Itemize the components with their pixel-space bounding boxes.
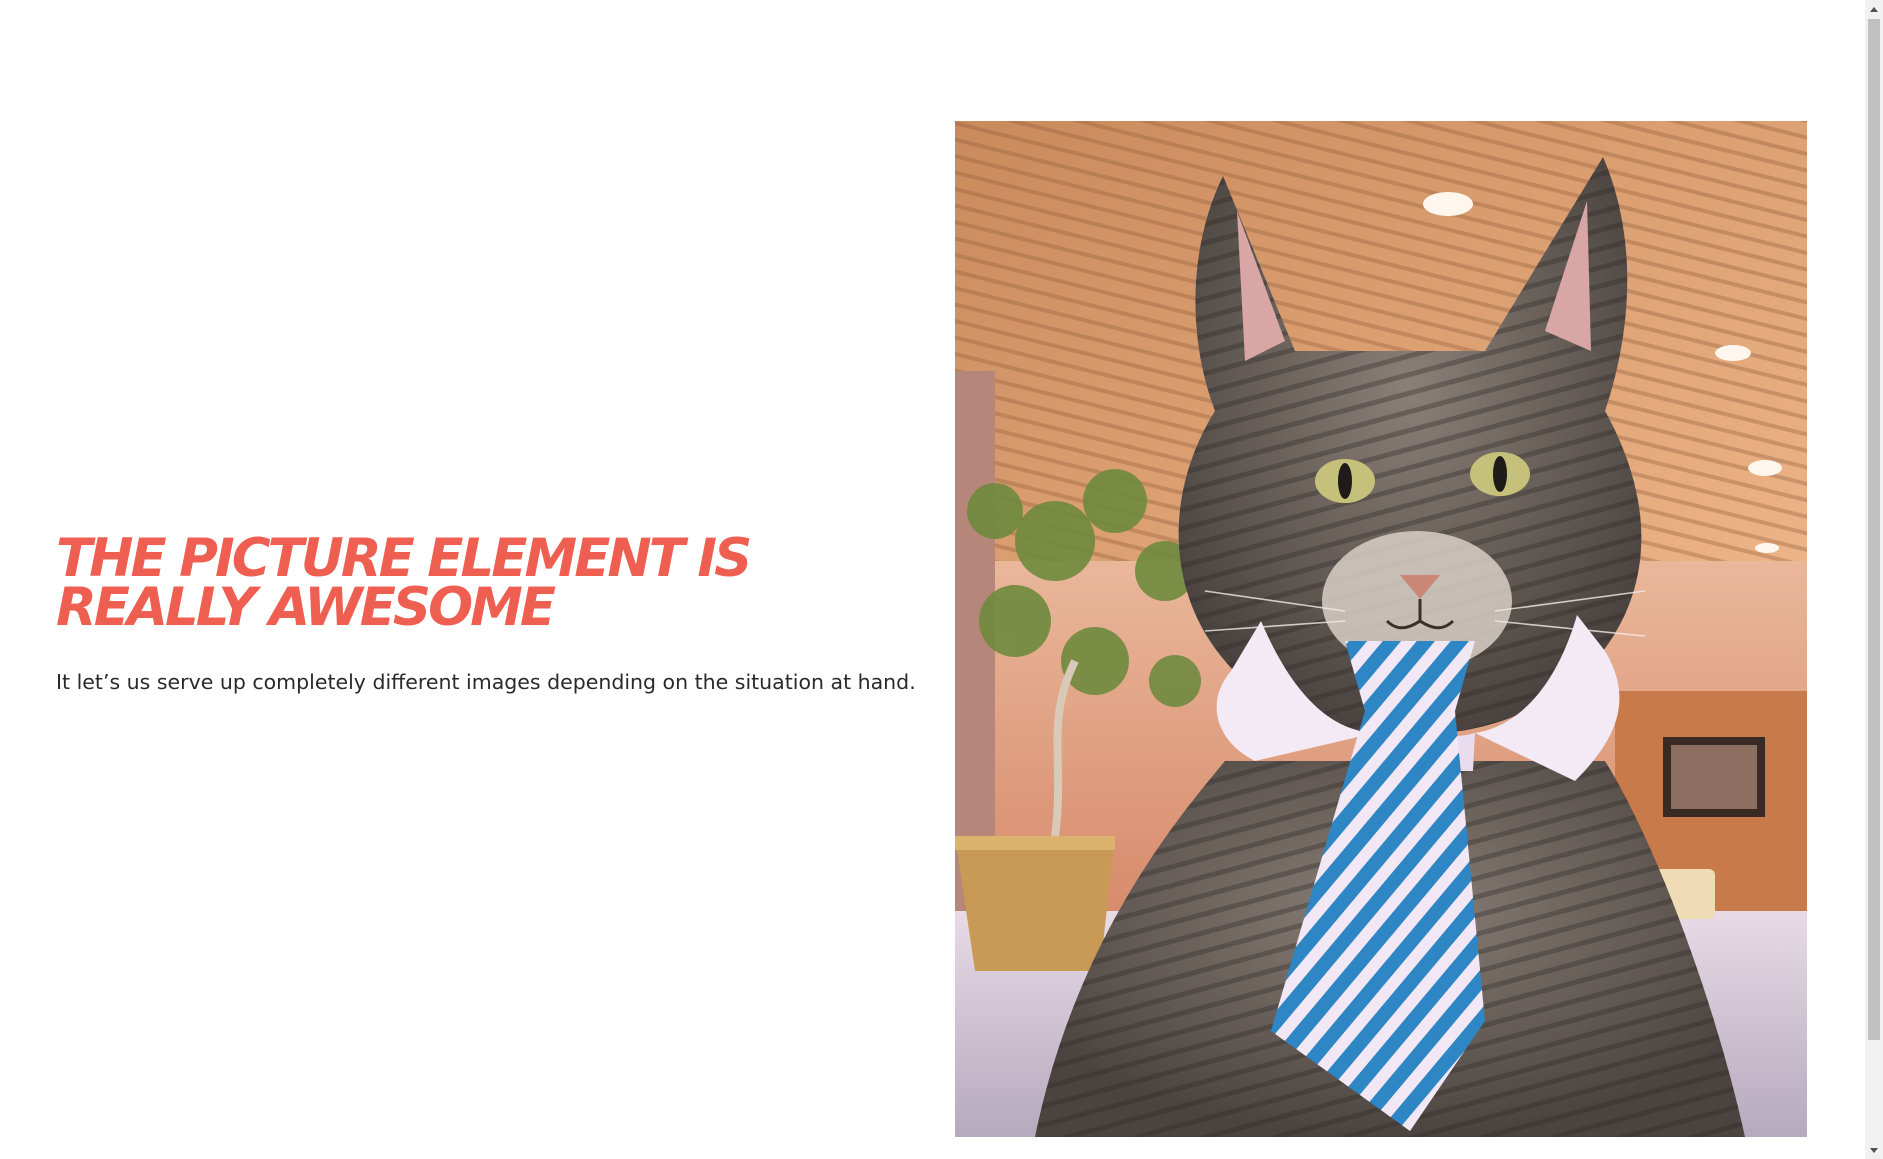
- hero-text: The Picture Element Is Really Awesome It…: [56, 528, 936, 696]
- page: The Picture Element Is Really Awesome It…: [0, 0, 1883, 1159]
- vertical-scrollbar[interactable]: [1865, 0, 1883, 1159]
- hero-description: It let’s us serve up completely differen…: [56, 670, 916, 694]
- triangle-down-icon: [1870, 1147, 1878, 1153]
- scroll-up-button[interactable]: [1865, 0, 1883, 18]
- hero-photo: [955, 121, 1807, 1137]
- hero-heading: The Picture Element Is Really Awesome: [56, 528, 752, 638]
- scrollbar-thumb[interactable]: [1868, 19, 1880, 1040]
- scroll-down-button[interactable]: [1865, 1141, 1883, 1159]
- triangle-up-icon: [1870, 6, 1878, 12]
- cat-photo-illustration: [955, 121, 1807, 1137]
